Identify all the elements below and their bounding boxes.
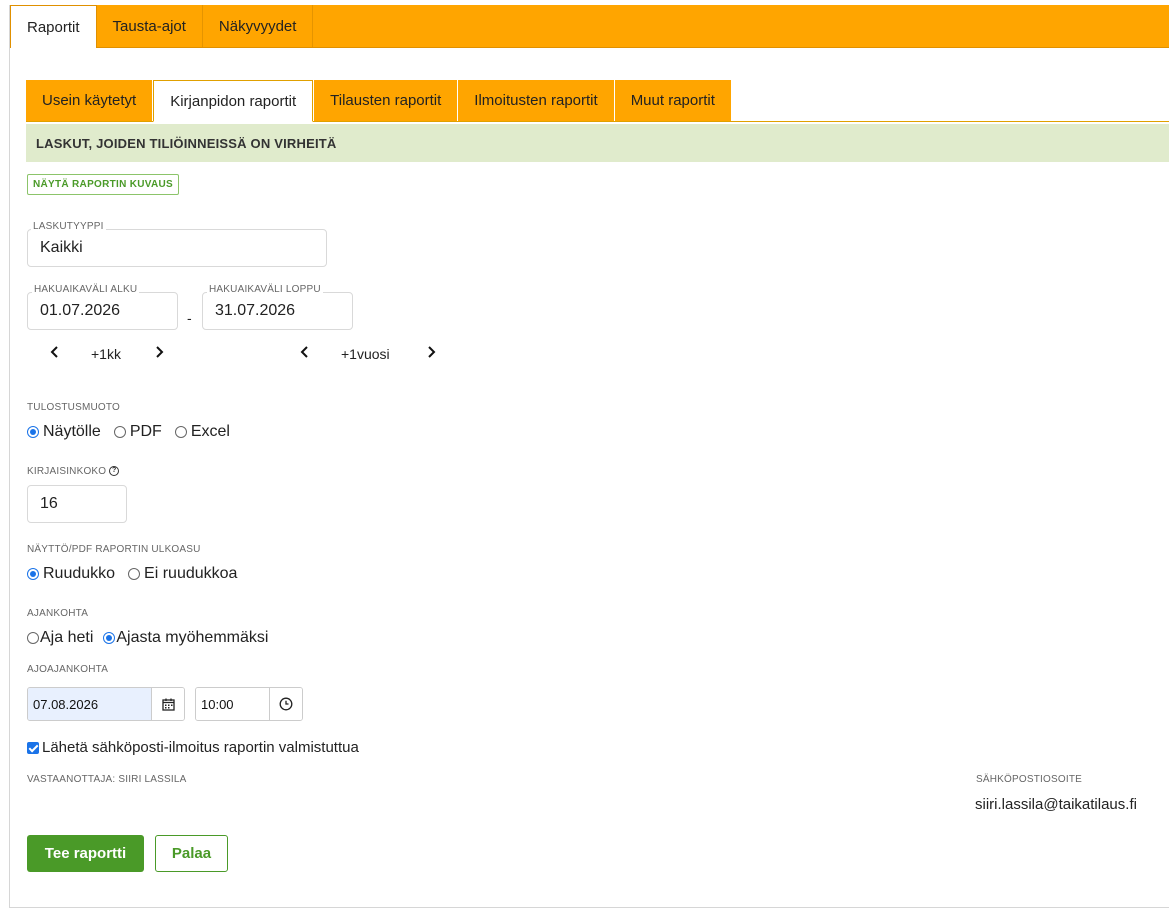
radio-ruudukko-label: Ruudukko xyxy=(43,565,116,582)
clock-icon xyxy=(279,697,293,711)
email-notify-label: Lähetä sähköposti-ilmoitus raportin valm… xyxy=(42,739,359,756)
subtab-kirjanpidon-raportit[interactable]: Kirjanpidon raportit xyxy=(153,80,314,122)
run-time-label: AJOAJANKOHTA xyxy=(27,664,109,675)
help-icon[interactable]: ? xyxy=(109,466,120,477)
run-time-value: 10:00 xyxy=(196,688,270,720)
subtab-tilausten-raportit[interactable]: Tilausten raportit xyxy=(314,80,458,121)
chevron-left-icon xyxy=(300,346,308,358)
period-separator: - xyxy=(187,310,192,326)
period-start-value: 01.07.2026 xyxy=(40,302,121,319)
subtab-ilmoitusten-raportit[interactable]: Ilmoitusten raportit xyxy=(458,80,614,121)
radio-ei-ruudukkoa[interactable] xyxy=(128,568,141,580)
layout-group: Ruudukko Ei ruudukkoa xyxy=(27,565,237,583)
back-button[interactable]: Palaa xyxy=(155,835,228,872)
email-label: SÄHKÖPOSTIOSOITE xyxy=(976,774,1082,785)
invoice-type-label: LASKUTYYPPI xyxy=(31,221,106,232)
radio-naytolle-label: Näytölle xyxy=(43,423,101,440)
radio-pdf-label: PDF xyxy=(129,423,162,440)
year-step-label[interactable]: +1vuosi xyxy=(341,346,390,362)
timing-group: Aja heti Ajasta myöhemmäksi xyxy=(27,629,268,647)
period-end-value: 31.07.2026 xyxy=(215,302,296,319)
radio-excel[interactable] xyxy=(174,426,187,438)
font-size-label: KIRJAISINKOKO? xyxy=(27,466,120,477)
recipient-label: VASTAANOTTAJA: SIIRI LASSILA xyxy=(27,774,187,785)
calendar-icon xyxy=(161,698,175,711)
output-format-label: TULOSTUSMUOTO xyxy=(27,402,120,413)
layout-label: NÄYTTÖ/PDF RAPORTIN ULKOASU xyxy=(27,544,201,555)
sub-tab-bar: Usein käytetyt Kirjanpidon raportit Tila… xyxy=(26,80,1169,122)
invoice-type-value: Kaikki xyxy=(40,239,83,256)
top-tab-bar: Raportit Tausta-ajot Näkyvyydet xyxy=(10,5,1169,48)
period-end-label: HAKUAIKAVÄLI LOPPU xyxy=(207,284,323,295)
email-notify-row: Lähetä sähköposti-ilmoitus raportin valm… xyxy=(27,739,359,756)
period-end-input[interactable]: 31.07.2026 xyxy=(202,292,353,330)
font-size-input[interactable]: 16 xyxy=(27,485,127,523)
font-size-label-text: KIRJAISINKOKO xyxy=(27,466,107,477)
radio-aja-heti[interactable] xyxy=(27,632,39,644)
radio-excel-label: Excel xyxy=(190,423,230,440)
radio-ajasta-myohemmaksi[interactable] xyxy=(103,632,116,644)
chevron-right-icon xyxy=(428,346,436,358)
email-notify-checkbox[interactable] xyxy=(27,741,39,754)
tab-nakyvyydet[interactable]: Näkyvyydet xyxy=(203,5,314,47)
calendar-button[interactable] xyxy=(151,688,184,720)
font-size-value: 16 xyxy=(40,495,58,512)
invoice-type-select[interactable]: Kaikki xyxy=(27,229,327,267)
make-report-button[interactable]: Tee raportti xyxy=(27,835,144,872)
run-date-value: 07.08.2026 xyxy=(28,688,152,720)
radio-ei-ruudukkoa-label: Ei ruudukkoa xyxy=(144,565,238,582)
report-form-frame: Raportit Tausta-ajot Näkyvyydet Usein kä… xyxy=(9,5,1169,908)
year-prev-button[interactable] xyxy=(300,345,310,364)
radio-naytolle[interactable] xyxy=(27,426,39,438)
month-prev-button[interactable] xyxy=(50,345,60,364)
subtab-usein-kaytetyt[interactable]: Usein käytetyt xyxy=(26,80,153,121)
chevron-left-icon xyxy=(50,346,58,358)
tab-raportit[interactable]: Raportit xyxy=(10,5,97,48)
run-date-input[interactable]: 07.08.2026 xyxy=(27,687,185,721)
radio-aja-heti-label: Aja heti xyxy=(40,629,94,646)
period-start-input[interactable]: 01.07.2026 xyxy=(27,292,178,330)
radio-ajasta-myohemmaksi-label: Ajasta myöhemmäksi xyxy=(116,629,269,646)
chevron-right-icon xyxy=(156,346,164,358)
subtab-muut-raportit[interactable]: Muut raportit xyxy=(614,80,731,121)
timing-label: AJANKOHTA xyxy=(27,608,89,619)
month-step-label[interactable]: +1kk xyxy=(91,346,121,362)
radio-pdf[interactable] xyxy=(113,426,126,438)
output-format-group: Näytölle PDF Excel xyxy=(27,423,230,441)
clock-button[interactable] xyxy=(269,688,302,720)
radio-ruudukko[interactable] xyxy=(27,568,39,580)
tab-tausta-ajot[interactable]: Tausta-ajot xyxy=(97,5,203,47)
month-next-button[interactable] xyxy=(154,345,164,364)
report-title: LASKUT, JOIDEN TILIÖINNEISSÄ ON VIRHEITÄ xyxy=(26,124,1169,162)
run-time-input[interactable]: 10:00 xyxy=(195,687,303,721)
period-start-label: HAKUAIKAVÄLI ALKU xyxy=(32,284,140,295)
email-value: siiri.lassila@taikatilaus.fi xyxy=(975,796,1137,813)
show-description-button[interactable]: NÄYTÄ RAPORTIN KUVAUS xyxy=(27,174,180,195)
year-next-button[interactable] xyxy=(426,345,436,364)
